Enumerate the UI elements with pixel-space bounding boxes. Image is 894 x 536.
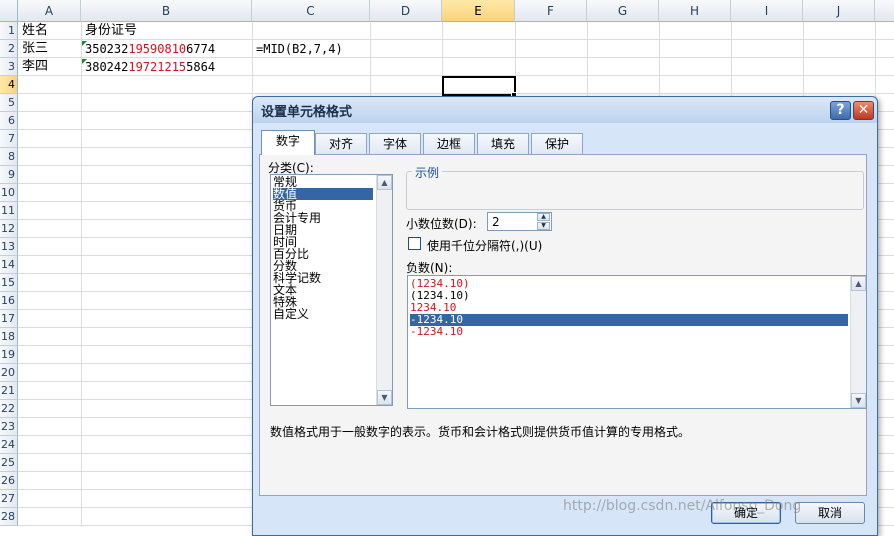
tab-border[interactable]: 边框: [423, 133, 475, 154]
thousands-separator-label[interactable]: 使用千位分隔符(,)(U): [427, 237, 542, 254]
id-suffix: 6774: [186, 42, 216, 56]
column-header-j[interactable]: J: [803, 0, 875, 22]
category-scrollbar[interactable]: ▲ ▼: [376, 175, 392, 405]
sample-groupbox: [406, 171, 864, 210]
row-header-21[interactable]: 21: [0, 382, 18, 400]
row-header-2[interactable]: 2: [0, 40, 18, 58]
negative-format-item[interactable]: (1234.10): [410, 278, 848, 290]
active-cell-e4[interactable]: [442, 76, 516, 96]
cell-b2[interactable]: 350232195908106774: [85, 40, 215, 58]
column-header-a[interactable]: A: [18, 0, 81, 22]
tab-number[interactable]: 数字: [261, 130, 315, 155]
row-header-26[interactable]: 26: [0, 472, 18, 490]
row-header-20[interactable]: 20: [0, 364, 18, 382]
row-header-3[interactable]: 3: [0, 58, 18, 76]
tab-font[interactable]: 字体: [369, 133, 421, 154]
number-tab-panel: 分类(C): 常规 数值 货币 会计专用 日期 时间 百分比 分数 科学记数 文本 特殊 自定义 ▲ …: [259, 154, 867, 496]
category-item[interactable]: 自定义: [273, 308, 373, 320]
cell-a1[interactable]: 姓名: [22, 22, 48, 40]
row-header-9[interactable]: 9: [0, 166, 18, 184]
cell-b1[interactable]: 身份证号: [85, 22, 137, 40]
column-header-f[interactable]: F: [515, 0, 587, 22]
format-cells-dialog: 设置单元格格式 ? ✕ 数字 对齐 字体 边框 填充 保护 分类(C): 常规数…: [252, 96, 878, 536]
cell-c2[interactable]: =MID(B2,7,4): [256, 40, 343, 58]
select-all-corner[interactable]: [0, 0, 18, 22]
row-header-16[interactable]: 16: [0, 292, 18, 310]
row-header-19[interactable]: 19: [0, 346, 18, 364]
row-header-25[interactable]: 25: [0, 454, 18, 472]
id-prefix: 350232: [85, 42, 129, 56]
row-header-12[interactable]: 12: [0, 220, 18, 238]
id-prefix: 380242: [85, 60, 129, 74]
cell-a2[interactable]: 张三: [22, 40, 48, 58]
row-header-6[interactable]: 6: [0, 112, 18, 130]
close-button[interactable]: ✕: [853, 101, 874, 120]
row-header-10[interactable]: 10: [0, 184, 18, 202]
column-header-k[interactable]: [875, 0, 894, 22]
row-header-13[interactable]: 13: [0, 238, 18, 256]
dialog-title: 设置单元格格式: [261, 105, 353, 120]
row-header-8[interactable]: 8: [0, 148, 18, 166]
row-header-1[interactable]: 1: [0, 22, 18, 40]
watermark: http://blog.csdn.net/Alfonso_Dong: [563, 498, 802, 514]
dialog-titlebar[interactable]: 设置单元格格式 ? ✕: [253, 97, 877, 123]
id-birthdate: 19721215: [128, 60, 187, 74]
format-description: 数值格式用于一般数字的表示。货币和会计格式则提供货币值计算的专用格式。: [270, 425, 691, 439]
id-suffix: 5864: [186, 60, 216, 74]
row-header-22[interactable]: 22: [0, 400, 18, 418]
row-header-23[interactable]: 23: [0, 418, 18, 436]
row-header-14[interactable]: 14: [0, 256, 18, 274]
row-header-11[interactable]: 11: [0, 202, 18, 220]
row-header-24[interactable]: 24: [0, 436, 18, 454]
negative-format-item[interactable]: 1234.10: [410, 302, 848, 314]
sample-label: 示例: [412, 164, 443, 181]
column-header-h[interactable]: H: [659, 0, 731, 22]
column-header-c[interactable]: C: [252, 0, 370, 22]
spin-up-icon[interactable]: ▲: [537, 213, 550, 221]
row-header-4[interactable]: 4: [0, 76, 18, 94]
scroll-down-icon[interactable]: ▼: [851, 393, 866, 408]
column-header-i[interactable]: I: [731, 0, 803, 22]
row-header-7[interactable]: 7: [0, 130, 18, 148]
scroll-up-icon[interactable]: ▲: [851, 276, 866, 291]
row-header-18[interactable]: 18: [0, 328, 18, 346]
thousands-separator-checkbox[interactable]: [408, 237, 421, 250]
tab-fill[interactable]: 填充: [477, 133, 529, 154]
negative-format-item[interactable]: (1234.10): [410, 290, 848, 302]
decimal-places-value[interactable]: 2: [492, 215, 500, 229]
row-header-5[interactable]: 5: [0, 94, 18, 112]
row-header-27[interactable]: 27: [0, 490, 18, 508]
negative-scrollbar[interactable]: ▲ ▼: [850, 276, 866, 408]
row-header-28[interactable]: 28: [0, 508, 18, 526]
tab-alignment[interactable]: 对齐: [315, 133, 367, 154]
cell-b3[interactable]: 380242197212155864: [85, 58, 215, 76]
negative-numbers-label: 负数(N):: [406, 261, 453, 275]
id-birthdate: 19590810: [128, 42, 187, 56]
category-list[interactable]: 常规 数值 货币 会计专用 日期 时间 百分比 分数 科学记数 文本 特殊 自定义 ▲ ▼: [270, 174, 393, 406]
tab-protection[interactable]: 保护: [531, 133, 583, 154]
scroll-down-icon[interactable]: ▼: [377, 390, 392, 405]
scroll-up-icon[interactable]: ▲: [377, 175, 392, 190]
decimal-places-label: 小数位数(D):: [406, 217, 477, 231]
negative-format-item[interactable]: -1234.10: [410, 314, 848, 326]
negative-format-item[interactable]: -1234.10: [410, 326, 848, 338]
help-button[interactable]: ?: [830, 101, 851, 120]
cancel-button[interactable]: 取消: [795, 502, 865, 524]
row-header-15[interactable]: 15: [0, 274, 18, 292]
column-header-b[interactable]: B: [81, 0, 252, 22]
spin-down-icon[interactable]: ▼: [537, 222, 550, 230]
row-header-17[interactable]: 17: [0, 310, 18, 328]
negative-numbers-list[interactable]: (1234.10) (1234.10) 1234.10 -1234.10 -1234.1…: [407, 275, 867, 409]
cell-a3[interactable]: 李四: [22, 58, 48, 76]
column-header-e[interactable]: E: [442, 0, 515, 22]
column-header-g[interactable]: G: [587, 0, 659, 22]
column-header-d[interactable]: D: [370, 0, 442, 22]
decimal-places-spinner[interactable]: 2 ▲ ▼: [487, 212, 552, 231]
